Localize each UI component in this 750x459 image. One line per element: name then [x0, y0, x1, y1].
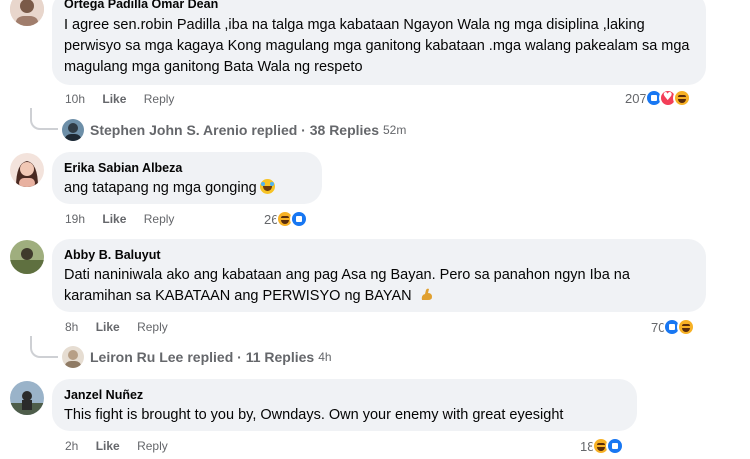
like-reaction-icon [606, 437, 625, 455]
comment-meta: 10h Like Reply [65, 92, 188, 106]
comment-meta: 2h Like Reply [65, 439, 182, 453]
view-replies-link[interactable]: Stephen John S. Arenio replied · 38 Repl… [62, 119, 406, 141]
like-button[interactable]: Like [96, 320, 120, 334]
like-reaction-icon [290, 210, 309, 228]
flexed-biceps-emoji-icon [421, 288, 432, 300]
like-button[interactable]: Like [102, 212, 126, 226]
comment-text-content: Dati naniniwala ako ang kabataan ang pag… [64, 267, 630, 304]
replies-time: 52m [383, 123, 407, 137]
comment-author[interactable]: Janzel Nuñez [64, 387, 625, 403]
replier-avatar [62, 346, 84, 368]
comment-text: ang tatapang ng mga gonging [64, 178, 310, 199]
haha-reaction-icon [672, 89, 691, 107]
replies-count-label: replied · 11 Replies [187, 349, 315, 365]
replies-time: 4h [318, 350, 332, 364]
comment-bubble: Janzel Nuñez This fight is brought to yo… [52, 379, 637, 431]
like-button[interactable]: Like [102, 92, 126, 106]
comment-text: I agree sen.robin Padilla ,iba na talga … [64, 17, 690, 75]
reply-button[interactable]: Reply [137, 320, 168, 334]
comment-time[interactable]: 19h [65, 212, 85, 226]
comment-bubble: Erika Sabian Albeza ang tatapang ng mga … [52, 152, 322, 204]
thread-line [30, 336, 58, 358]
comment-meta: 8h Like Reply [65, 320, 182, 334]
comment-author[interactable]: Ortega Padilla Omar Dean [64, 0, 694, 12]
comment-author[interactable]: Erika Sabian Albeza [64, 160, 310, 176]
comment-author[interactable]: Abby B. Baluyut [64, 247, 694, 263]
comment-text: This fight is brought to you by, Owndays… [64, 407, 564, 423]
thread-line [30, 108, 58, 130]
reply-button[interactable]: Reply [144, 212, 175, 226]
view-replies-link[interactable]: Leiron Ru Lee replied · 11 Replies 4h [62, 346, 332, 368]
comment-time[interactable]: 10h [65, 92, 85, 106]
comment-bubble: Ortega Padilla Omar Dean I agree sen.rob… [52, 0, 706, 85]
comment-text-content: ang tatapang ng mga gonging [64, 180, 257, 196]
haha-reaction-icon [677, 318, 696, 336]
comment-meta: 19h Like Reply [65, 212, 188, 226]
replies-count-label: replied · 38 Replies [251, 122, 379, 138]
reaction-summary[interactable]: 70 [651, 318, 696, 336]
like-button[interactable]: Like [96, 439, 120, 453]
avatar[interactable] [10, 381, 44, 415]
replier-name: Stephen John S. Arenio [90, 122, 248, 138]
comment-time[interactable]: 8h [65, 320, 78, 334]
comment-bubble: Abby B. Baluyut Dati naniniwala ako ang … [52, 239, 706, 312]
reaction-summary[interactable]: 207 [625, 89, 691, 107]
reaction-count: 207 [625, 90, 647, 106]
comment-time[interactable]: 2h [65, 439, 78, 453]
replier-name: Leiron Ru Lee [90, 349, 184, 365]
laughing-face-emoji-icon [259, 179, 275, 194]
replier-avatar [62, 119, 84, 141]
reaction-summary[interactable]: 26 [264, 210, 309, 228]
avatar[interactable] [10, 240, 44, 274]
avatar[interactable] [10, 0, 44, 26]
reply-button[interactable]: Reply [137, 439, 168, 453]
comment-text: Dati naniniwala ako ang kabataan ang pag… [64, 265, 694, 307]
reaction-summary[interactable]: 18 [580, 437, 625, 455]
avatar[interactable] [10, 153, 44, 187]
reply-button[interactable]: Reply [144, 92, 175, 106]
